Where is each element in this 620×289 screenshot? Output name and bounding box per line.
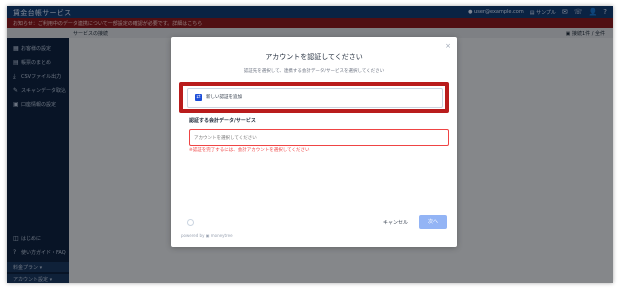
app-window: 賃金台帳サービス ● user@example.com ▤ サンプル ✉ ☏ 👤… [7, 6, 613, 283]
modal-title: アカウントを認証してください [265, 53, 363, 61]
powered-by: powered by ▣ moneytree [181, 233, 233, 238]
next-button[interactable]: 次へ [419, 215, 447, 229]
account-select-input[interactable] [194, 133, 440, 142]
loading-indicator [187, 219, 194, 226]
service-section-label: 認証する会計データ/サービス [189, 118, 256, 124]
account-select-field[interactable] [189, 129, 449, 146]
modal-description: 認証先を選択して、連携する会計データ/サービスを選択してください [243, 69, 385, 74]
annotation-highlight-box [179, 82, 449, 113]
cancel-button[interactable]: キャンセル [383, 219, 408, 226]
close-icon[interactable]: × [445, 42, 451, 50]
auth-modal: × アカウントを認証してください 認証先を選択して、連携する会計データ/サービス… [171, 37, 457, 247]
validation-error: ※認証を完了するには、会計アカウントを選択してください [189, 148, 310, 153]
